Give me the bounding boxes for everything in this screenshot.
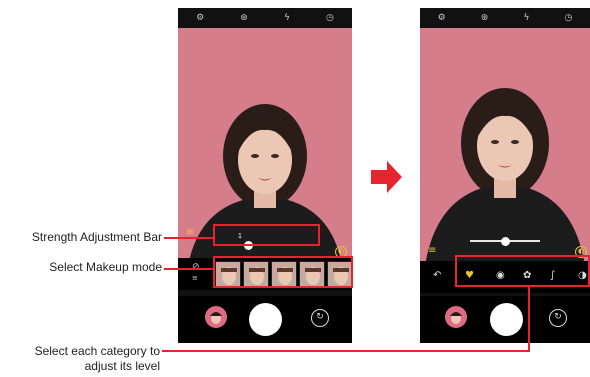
back-icon[interactable]: ↶ xyxy=(433,269,441,283)
leader-line-category-h xyxy=(162,350,530,352)
leader-line-category-v xyxy=(528,287,530,350)
timer-icon[interactable]: ◷ xyxy=(565,13,573,23)
flash-off-icon[interactable]: ϟ xyxy=(523,13,529,23)
timer-icon[interactable]: ◷ xyxy=(326,13,334,23)
camera-top-bar: ⚙ ⊛ ϟ ◷ xyxy=(420,8,590,28)
callout-category-line2: adjust its level xyxy=(84,359,160,373)
highlight-strength-bar xyxy=(213,224,320,246)
camera-top-bar: ⚙ ⊛ ϟ ◷ xyxy=(178,8,352,28)
highlight-makeup-modes xyxy=(213,256,353,288)
leader-line-strength xyxy=(164,237,213,239)
subject-portrait xyxy=(425,88,585,266)
strength-slider-knob[interactable] xyxy=(500,236,510,246)
switch-camera-icon[interactable]: ↻ xyxy=(549,309,567,327)
filter-icon[interactable]: ⊛ xyxy=(240,13,248,23)
flash-off-icon[interactable]: ϟ xyxy=(284,13,290,23)
settings-icon[interactable]: ⚙ xyxy=(438,13,446,23)
switch-camera-icon[interactable]: ↻ xyxy=(311,309,329,327)
menu-small-icon[interactable]: ≡ xyxy=(192,274,198,282)
makeup-off-icon[interactable]: ⊘ xyxy=(192,262,200,272)
camera-controls: ↻ xyxy=(178,296,352,343)
callout-category-line1: Select each category to xyxy=(34,344,160,358)
transition-arrow-icon xyxy=(371,161,402,193)
leader-line-makeup xyxy=(164,268,213,270)
highlight-category-strip xyxy=(455,255,590,287)
camera-controls: ↻ xyxy=(420,296,590,343)
beauty-mode-button[interactable] xyxy=(445,306,467,328)
settings-icon[interactable]: ⚙ xyxy=(196,13,204,23)
beauty-mode-button[interactable] xyxy=(205,306,227,328)
shutter-button[interactable] xyxy=(249,303,282,336)
filter-icon[interactable]: ⊛ xyxy=(481,13,489,23)
callout-strength-bar: Strength Adjustment Bar xyxy=(31,230,162,244)
menu-icon[interactable]: ≡ xyxy=(428,246,436,256)
camera-viewfinder: ≡ ◐ xyxy=(420,28,590,266)
shutter-button[interactable] xyxy=(490,303,523,336)
phone-screen-before: ⚙ ⊛ ϟ ◷ ≡ ◐ 1 ⊘ ≡ ↻ xyxy=(178,8,352,343)
callout-select-category: Select each category to adjust its level xyxy=(0,344,160,374)
callout-makeup-mode: Select Makeup mode xyxy=(49,260,162,274)
phone-screen-after: ⚙ ⊛ ϟ ◷ ≡ ◐ ↶ ♥ ◉ ✿ ∫ ◑ ↻ xyxy=(420,8,590,343)
